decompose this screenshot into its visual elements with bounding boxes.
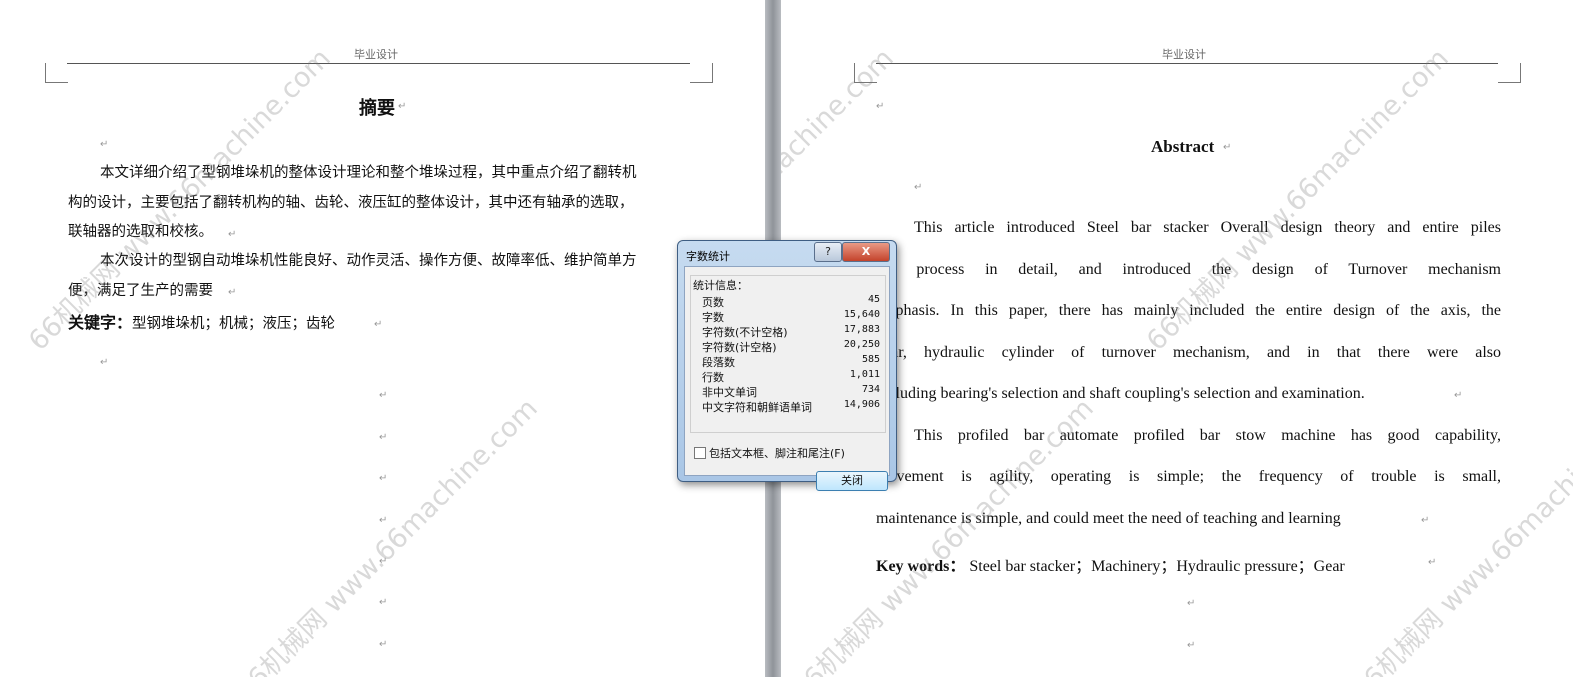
header-corner-mark <box>1498 63 1521 83</box>
paragraph-mark: ↵ <box>914 182 923 193</box>
paragraph-mark: ↵ <box>379 473 388 484</box>
statistics-group-label: 统计信息： <box>693 279 748 292</box>
dialog-title: 字数统计 <box>686 250 730 263</box>
close-icon[interactable]: X <box>842 242 890 262</box>
paragraph-mark: ↵ <box>379 597 388 608</box>
abstract-title-cn: 摘要 <box>359 98 395 119</box>
paragraph-mark: ↵ <box>100 139 109 150</box>
keywords-value-cn: 型钢堆垛机；机械；液压；齿轮 <box>132 316 336 332</box>
abstract-cn-line: 本次设计的型钢自动堆垛机性能良好、动作灵活、操作方便、故障率低、维护简单方 <box>100 253 637 269</box>
keywords-line-en: Key words： Steel bar stacker；Machinery；H… <box>876 552 1345 576</box>
paragraph-mark: ↵ <box>876 101 885 112</box>
paragraph-mark: ↵ <box>100 357 109 368</box>
stat-row: 非中文单词 734 <box>702 384 880 399</box>
stat-row: 字数 15,640 <box>702 309 880 324</box>
header-corner-mark <box>690 63 713 83</box>
abstract-cn-line: 联轴器的选取和校核。 <box>68 224 213 240</box>
abstract-en-line: This article introduced Steel bar stacke… <box>914 219 1501 236</box>
stat-label: 中文字符和朝鲜语单词 <box>702 401 812 414</box>
paragraph-mark: ↵ <box>379 515 388 526</box>
paragraph-mark: ↵ <box>379 556 388 567</box>
stat-label: 字符数(不计空格) <box>702 326 788 339</box>
stat-row: 行数 1,011 <box>702 369 880 384</box>
stat-value: 45 <box>867 294 880 305</box>
paragraph-mark: ↵ <box>374 319 383 330</box>
paragraph-mark: ↵ <box>228 287 237 298</box>
page-header-text: 毕业设计 <box>354 48 398 61</box>
stat-value: 17,883 <box>843 324 880 335</box>
paragraph-mark: ↵ <box>228 229 237 240</box>
include-textboxes-label[interactable]: 包括文本框、脚注和尾注(F) <box>709 445 845 461</box>
stat-value: 585 <box>861 354 880 365</box>
keywords-label-cn: 关键字： <box>68 313 133 332</box>
header-corner-mark <box>45 63 68 83</box>
stat-label: 行数 <box>702 371 724 384</box>
header-rule <box>67 63 690 64</box>
abstract-en-line: maintenance is simple, and could meet th… <box>876 510 1341 527</box>
dialog-body: 统计信息： 页数 45 字数 15,640 字符数(不计空格) 17,883 字符数(… <box>684 266 890 491</box>
paragraph-mark: ↵ <box>1454 390 1463 401</box>
paragraph-mark: ↵ <box>1187 640 1196 651</box>
abstract-cn-line: 本文详细介绍了型钢堆垛机的整体设计理论和整个堆垛过程，其中重点介绍了翻转机 <box>100 165 637 181</box>
stat-value: 20,250 <box>843 339 880 350</box>
abstract-en-line: emphasis. In this paper, there has mainl… <box>876 302 1501 319</box>
stat-label: 非中文单词 <box>702 386 757 399</box>
abstract-en-line: including bearing's selection and shaft … <box>876 385 1365 402</box>
stat-label: 字符数(计空格) <box>702 341 777 354</box>
keywords-line-cn: 关键字：型钢堆垛机；机械；液压；齿轮 <box>68 308 335 339</box>
stat-row: 页数 45 <box>702 294 880 309</box>
include-textboxes-checkbox[interactable] <box>694 447 706 459</box>
keywords-value-en: Steel bar stacker；Machinery；Hydraulic pr… <box>969 558 1345 575</box>
paragraph-mark: ↵ <box>1223 142 1232 153</box>
paragraph-mark: ↵ <box>1428 557 1437 568</box>
keywords-label-en: Key words： <box>876 558 966 575</box>
stat-label: 字数 <box>702 311 724 324</box>
abstract-en-line: This profiled bar automate profiled bar … <box>914 427 1501 444</box>
stat-value: 14,906 <box>843 399 880 410</box>
document-page-left: 毕业设计 摘要 ↵ ↵ 本文详细介绍了型钢堆垛机的整体设计理论和整个堆垛过程，其… <box>0 0 765 677</box>
stat-row: 段落数 585 <box>702 354 880 369</box>
stat-row: 字符数(不计空格) 17,883 <box>702 324 880 339</box>
abstract-cn-line: 便，满足了生产的需要 <box>68 283 213 299</box>
abstract-title-en: Abstract <box>1151 137 1215 156</box>
abstract-en-line: gear, hydraulic cylinder of turnover mec… <box>876 344 1501 361</box>
abstract-en-line: movement is agility, operating is simple… <box>876 468 1501 485</box>
stat-label: 段落数 <box>702 356 735 369</box>
word-count-dialog: 字数统计 ? X 统计信息： 页数 45 字数 15,640 字符数(不计空格) 17… <box>677 240 897 491</box>
abstract-cn-line: 构的设计，主要包括了翻转机构的轴、齿轮、液压缸的整体设计，其中还有轴承的选取， <box>68 195 634 211</box>
stat-label: 页数 <box>702 296 724 309</box>
document-page-right: 毕业设计 ↵ Abstract ↵ ↵ This article introdu… <box>781 0 1573 677</box>
page-header-text: 毕业设计 <box>1162 48 1206 61</box>
paragraph-mark: ↵ <box>398 101 407 112</box>
header-rule <box>876 63 1498 64</box>
paragraph-mark: ↵ <box>1421 515 1430 526</box>
stat-value: 15,640 <box>843 309 880 320</box>
abstract-en-line: the process in detail, and introduced th… <box>876 261 1501 278</box>
paragraph-mark: ↵ <box>1187 598 1196 609</box>
paragraph-mark: ↵ <box>379 390 388 401</box>
paragraph-mark: ↵ <box>379 639 388 650</box>
stat-value: 1,011 <box>849 369 880 380</box>
help-button[interactable]: ? <box>814 242 842 262</box>
close-button[interactable]: 关闭 <box>816 471 888 491</box>
stat-row: 中文字符和朝鲜语单词 14,906 <box>702 399 880 414</box>
stat-value: 734 <box>861 384 880 395</box>
stat-row: 字符数(计空格) 20,250 <box>702 339 880 354</box>
header-corner-mark <box>854 63 877 83</box>
paragraph-mark: ↵ <box>379 432 388 443</box>
